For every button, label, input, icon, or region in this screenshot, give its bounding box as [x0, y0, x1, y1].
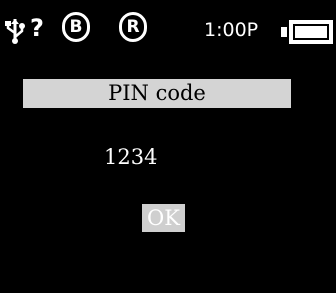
clock: 1:00P — [204, 19, 259, 41]
usb-icon — [5, 19, 25, 44]
unknown-status-indicator: ? — [30, 14, 44, 42]
battery-icon — [281, 20, 333, 44]
ok-button[interactable]: OK — [142, 204, 185, 232]
pin-value-field[interactable]: 1234 — [104, 144, 157, 170]
r-badge: R — [119, 12, 147, 42]
b-badge: B — [62, 12, 90, 42]
dialog-title: PIN code — [23, 79, 291, 108]
status-bar: ? B R 1:00P — [0, 0, 336, 72]
